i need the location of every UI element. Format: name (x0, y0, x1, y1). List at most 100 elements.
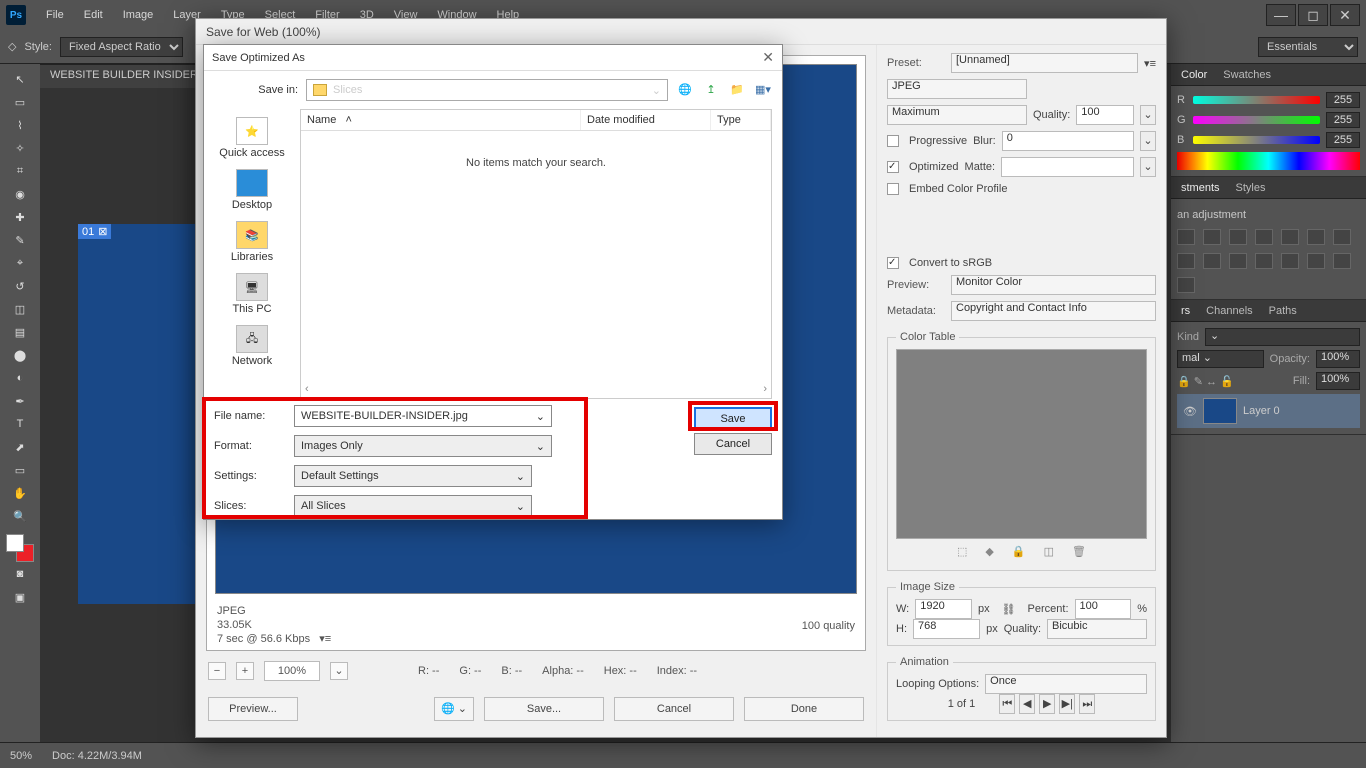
metadata-select[interactable]: Copyright and Contact Info (951, 301, 1156, 321)
place-desktop[interactable]: Desktop (232, 169, 272, 211)
adj-invert-icon[interactable] (1255, 253, 1273, 269)
crop-tool-icon[interactable]: ⌗ (6, 160, 34, 182)
height-input[interactable]: 768 (913, 619, 980, 639)
resample-select[interactable]: Bicubic (1047, 619, 1147, 639)
place-libraries[interactable]: 📚Libraries (231, 221, 273, 263)
visibility-icon[interactable]: 👁 (1183, 405, 1197, 418)
ct-icon-5[interactable]: 🗑 (1072, 545, 1086, 558)
col-name[interactable]: Name ˄ (301, 110, 581, 130)
preview-button[interactable]: Preview... (208, 697, 298, 721)
scroll-left-icon[interactable]: ‹ (305, 383, 309, 395)
matte-chevron-icon[interactable]: ⌄ (1140, 157, 1156, 177)
adj-exposure-icon[interactable] (1255, 229, 1273, 245)
adj-thresh-icon[interactable] (1307, 253, 1325, 269)
workspace-select[interactable]: Essentials (1258, 37, 1358, 57)
color-table[interactable] (896, 349, 1147, 539)
screenmode-icon[interactable]: ▣ (6, 586, 34, 608)
adj-brightness-icon[interactable] (1177, 229, 1195, 245)
newfolder-icon[interactable]: 📁 (728, 81, 746, 99)
link-icon[interactable]: ⛓ (1002, 603, 1016, 616)
layer-name[interactable]: Layer 0 (1243, 405, 1280, 417)
convert-checkbox[interactable] (887, 257, 899, 269)
g-value[interactable]: 255 (1326, 112, 1360, 128)
soa-close-button[interactable]: ✕ (762, 49, 774, 66)
b-value[interactable]: 255 (1326, 132, 1360, 148)
browser-preview-button[interactable]: 🌐 ⌄ (434, 697, 474, 721)
spectrum-bar[interactable] (1177, 152, 1360, 170)
preview-select[interactable]: Monitor Color (951, 275, 1156, 295)
close-button[interactable]: ✕ (1330, 4, 1360, 26)
ct-icon-2[interactable]: ◆ (985, 545, 993, 558)
document-tab[interactable]: WEBSITE BUILDER INSIDER. (40, 64, 211, 88)
lock-icons[interactable]: 🔒 ✎ ↔ 🔓 (1177, 375, 1234, 388)
save-in-select[interactable]: Slices⌄ (306, 79, 668, 101)
hand-tool-icon[interactable]: ✋ (6, 482, 34, 504)
menu-image[interactable]: Image (113, 9, 164, 21)
zoom-in-button[interactable]: + (236, 662, 254, 680)
looping-select[interactable]: Once (985, 674, 1147, 694)
adj-sel-icon[interactable] (1177, 277, 1195, 293)
adj-curves-icon[interactable] (1229, 229, 1247, 245)
layer-row[interactable]: 👁 Layer 0 (1177, 394, 1360, 428)
zoom-dropdown[interactable]: ⌄ (330, 662, 348, 680)
heal-tool-icon[interactable]: ✚ (6, 206, 34, 228)
maximize-button[interactable]: ◻ (1298, 4, 1328, 26)
zoom-out-button[interactable]: − (208, 662, 226, 680)
cancel-button[interactable]: Cancel (694, 433, 772, 455)
brush-tool-icon[interactable]: ✎ (6, 229, 34, 251)
matte-swatch[interactable] (1001, 157, 1134, 177)
ct-icon-1[interactable]: ⬚ (957, 545, 967, 558)
gradient-tool-icon[interactable]: ▤ (6, 321, 34, 343)
view-menu-icon[interactable]: ▦▾ (754, 81, 772, 99)
adj-poster-icon[interactable] (1281, 253, 1299, 269)
b-slider[interactable] (1193, 136, 1320, 144)
preset-select[interactable]: [Unnamed] (951, 53, 1138, 73)
adj-hue-icon[interactable] (1307, 229, 1325, 245)
optimized-checkbox[interactable] (887, 161, 899, 173)
menu-edit[interactable]: Edit (74, 9, 113, 21)
move-tool-icon[interactable]: ↖ (6, 68, 34, 90)
blend-mode[interactable]: mal ⌄ (1177, 350, 1264, 368)
progressive-checkbox[interactable] (887, 135, 899, 147)
anim-next-icon[interactable]: ▶| (1059, 694, 1075, 714)
r-value[interactable]: 255 (1326, 92, 1360, 108)
back-icon[interactable]: 🌐 (676, 81, 694, 99)
color-swatches[interactable] (6, 534, 34, 562)
tab-styles[interactable]: Styles (1232, 180, 1270, 196)
type-tool-icon[interactable]: T (6, 413, 34, 435)
quickmask-icon[interactable]: ◙ (6, 563, 34, 585)
g-slider[interactable] (1193, 116, 1320, 124)
pen-tool-icon[interactable]: ✒ (6, 390, 34, 412)
tab-color[interactable]: Color (1177, 67, 1211, 83)
wand-tool-icon[interactable]: ✧ (6, 137, 34, 159)
save-button[interactable]: Save (694, 407, 772, 429)
opacity-value[interactable]: 100% (1316, 350, 1360, 368)
r-slider[interactable] (1193, 96, 1320, 104)
place-quick-access[interactable]: ⭐Quick access (219, 117, 284, 159)
quality-value[interactable]: 100 (1076, 105, 1134, 125)
width-input[interactable]: 1920 (915, 599, 972, 619)
anim-prev-icon[interactable]: ◀ (1019, 694, 1035, 714)
sfw-cancel-button[interactable]: Cancel (614, 697, 734, 721)
col-type[interactable]: Type (711, 110, 771, 130)
tab-adjustments[interactable]: stments (1177, 180, 1224, 196)
kind-filter[interactable]: ⌄ (1205, 328, 1360, 346)
blur-chevron-icon[interactable]: ⌄ (1140, 131, 1156, 151)
marquee-tool-icon[interactable]: ▭ (6, 91, 34, 113)
status-zoom[interactable]: 50% (10, 750, 32, 762)
eyedropper-tool-icon[interactable]: ◉ (6, 183, 34, 205)
tab-channels[interactable]: Channels (1202, 303, 1256, 319)
sfw-save-button[interactable]: Save... (484, 697, 604, 721)
adj-photo-icon[interactable] (1177, 253, 1195, 269)
quality-mode[interactable]: Maximum (887, 105, 1027, 125)
path-select-icon[interactable]: ⬈ (6, 436, 34, 458)
file-list[interactable]: Name ˄ Date modified Type No items match… (300, 109, 772, 399)
shape-tool-icon[interactable]: ▭ (6, 459, 34, 481)
blur-value[interactable]: 0 (1002, 131, 1134, 151)
anim-play-icon[interactable]: ▶ (1039, 694, 1055, 714)
adj-bw-icon[interactable] (1333, 229, 1351, 245)
embed-checkbox[interactable] (887, 183, 899, 195)
adj-grad-icon[interactable] (1333, 253, 1351, 269)
lasso-tool-icon[interactable]: ⌇ (6, 114, 34, 136)
preset-menu-icon[interactable]: ▾≡ (1144, 57, 1156, 70)
